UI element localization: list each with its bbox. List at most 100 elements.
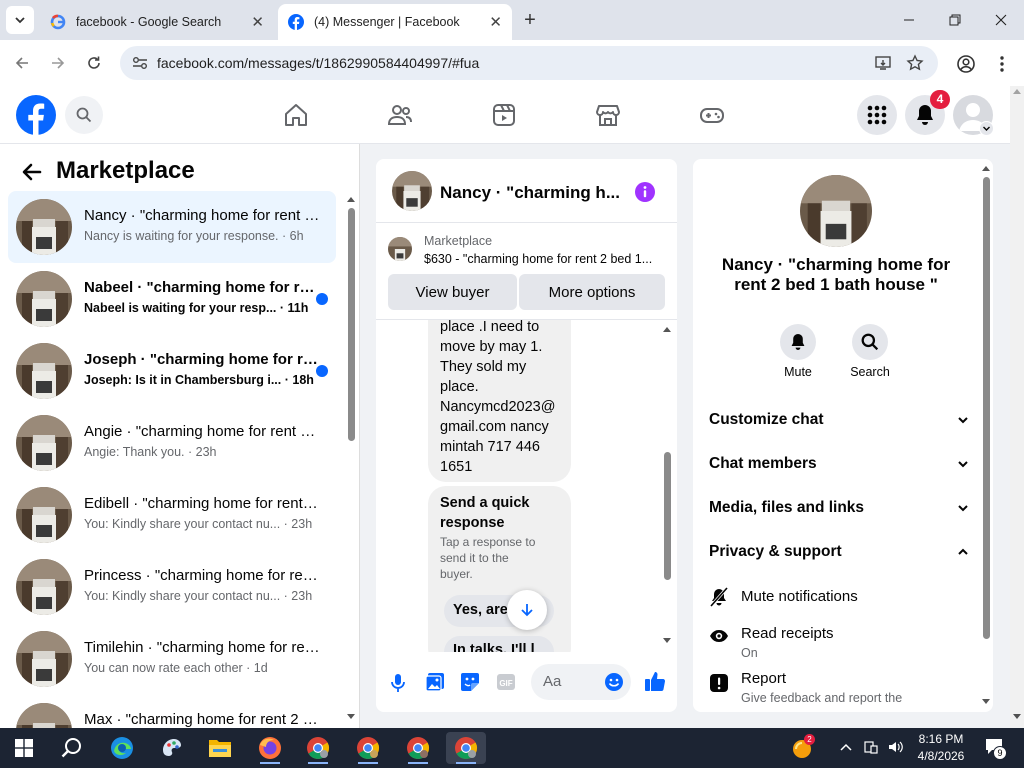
volume-icon[interactable] [888, 740, 904, 754]
scroll-to-bottom-button[interactable] [507, 590, 547, 630]
mute-notifications-item[interactable]: Mute notifications [709, 582, 969, 612]
browser-tab-messenger[interactable]: (4) Messenger | Facebook ✕ [278, 4, 512, 40]
chat-avatar[interactable] [392, 171, 432, 211]
chat-title[interactable]: Nancy · "charming h... [440, 183, 620, 203]
show-hidden-icons-icon[interactable] [840, 742, 852, 752]
restore-button[interactable] [932, 0, 978, 40]
chat-scrollbar[interactable] [660, 320, 674, 652]
notification-center-button[interactable]: 9 [984, 738, 1008, 760]
emoji-icon[interactable] [604, 672, 624, 692]
conversation-avatar [16, 271, 72, 327]
browser-tab-google[interactable]: facebook - Google Search ✕ [40, 4, 274, 40]
search-button[interactable] [65, 96, 103, 134]
view-buyer-button[interactable]: View buyer [388, 274, 517, 310]
listing-thumbnail[interactable] [388, 237, 412, 261]
section-chat-members[interactable]: Chat members [709, 442, 969, 486]
nav-gaming[interactable] [698, 101, 726, 129]
nav-marketplace[interactable] [594, 101, 622, 129]
conversation-row[interactable]: Edibell · "charming home for rent 2 bed … [8, 479, 336, 551]
report-item[interactable]: Report Give feedback and report the [709, 669, 969, 709]
site-info-icon[interactable] [132, 56, 148, 70]
taskbar-file-explorer[interactable] [202, 732, 238, 764]
taskbar-firefox[interactable] [252, 732, 288, 764]
forward-button[interactable] [44, 50, 72, 76]
tray-app-icon[interactable]: 2 [792, 734, 815, 759]
listing-title[interactable]: $630 - "charming home for rent 2 bed 1..… [424, 252, 652, 266]
report-label: Report [741, 670, 787, 687]
listing-photo-icon [16, 343, 72, 399]
minimize-button[interactable] [886, 0, 932, 40]
nav-friends[interactable] [386, 101, 414, 129]
conversation-row[interactable]: Angie · "charming home for rent 2 bed 1 … [8, 407, 336, 479]
scroll-thumb[interactable] [348, 208, 355, 441]
taskbar-chrome-2[interactable] [350, 732, 386, 764]
more-options-button[interactable]: More options [519, 274, 665, 310]
conversation-name: Angie · "charming home for rent 2 bed 1 … [84, 423, 320, 440]
listing-photo-icon [16, 631, 72, 687]
section-media-files-links[interactable]: Media, files and links [709, 486, 969, 530]
tab-title: (4) Messenger | Facebook [314, 15, 460, 29]
photo-icon[interactable] [425, 672, 445, 692]
section-privacy-support[interactable]: Privacy & support [709, 530, 969, 574]
taskbar-chrome-1[interactable] [300, 732, 336, 764]
search-conversation-button[interactable] [852, 324, 888, 360]
tab-search-button[interactable] [6, 6, 34, 34]
install-app-icon[interactable] [874, 54, 892, 72]
taskbar-search-button[interactable] [54, 732, 90, 764]
taskbar-app[interactable] [154, 732, 190, 764]
conversation-row[interactable]: Timilehin · "charming home for rent 2 be… [8, 623, 336, 695]
close-tab-icon[interactable]: ✕ [251, 13, 264, 31]
new-tab-button[interactable]: + [518, 8, 542, 32]
sidebar-scrollbar[interactable] [344, 194, 358, 724]
taskbar-chrome-4-active[interactable] [446, 732, 486, 764]
back-button[interactable] [8, 50, 36, 76]
close-window-button[interactable] [978, 0, 1024, 40]
scroll-thumb[interactable] [983, 177, 990, 639]
conversation-preview: You: Kindly share your contact nu... · 2… [84, 517, 313, 531]
address-bar[interactable]: facebook.com/messages/t/1862990584404997… [120, 46, 938, 80]
sticker-icon[interactable] [460, 672, 480, 692]
message-input[interactable]: Aa [531, 664, 631, 700]
nav-home[interactable] [282, 101, 310, 129]
nav-video[interactable] [490, 101, 518, 129]
profile-button[interactable] [956, 54, 976, 74]
page-scrollbar[interactable] [1010, 86, 1024, 728]
chat-info-button[interactable] [635, 182, 655, 202]
taskbar-edge[interactable] [104, 732, 140, 764]
tray-app-badge: 2 [804, 734, 815, 745]
bell-icon [917, 105, 933, 125]
conversation-name: Max · "charming home for rent 2 bed 1 ba… [84, 711, 320, 728]
quick-reply-option[interactable]: In talks. I'll l [444, 636, 554, 652]
conversation-row[interactable]: Nancy · "charming home for rent 2 bed 1 … [8, 191, 336, 263]
conversation-row[interactable]: Nabeel · "charming home for rent 2 bed 1… [8, 263, 336, 335]
section-customize-chat[interactable]: Customize chat [709, 398, 969, 442]
facebook-logo[interactable] [16, 95, 56, 135]
reload-button[interactable] [80, 50, 108, 76]
gif-icon[interactable]: GIF [496, 673, 516, 691]
conversation-row[interactable]: Max · "charming home for rent 2 bed 1 ba… [8, 695, 336, 732]
menu-button[interactable] [857, 95, 897, 135]
account-dropdown-icon[interactable] [979, 121, 994, 136]
network-icon[interactable] [864, 740, 878, 754]
text-line: 1651 [440, 459, 473, 475]
back-arrow-button[interactable] [20, 160, 44, 184]
conversation-avatar [16, 559, 72, 615]
search-icon [861, 333, 879, 351]
conversation-row[interactable]: Princess · "charming home for rent 2 bed… [8, 551, 336, 623]
mute-button[interactable] [780, 324, 816, 360]
active-indicator [260, 762, 280, 764]
browser-menu-button[interactable] [994, 54, 1010, 74]
taskbar-chrome-3[interactable] [400, 732, 436, 764]
microphone-icon[interactable] [390, 673, 406, 693]
read-receipts-item[interactable]: Read receipts On [709, 622, 969, 662]
bookmark-star-icon[interactable] [906, 54, 924, 72]
close-tab-icon[interactable]: ✕ [489, 13, 502, 31]
conversation-row[interactable]: Joseph · "charming home for rent 2 bed 1… [8, 335, 336, 407]
scroll-thumb[interactable] [664, 452, 671, 580]
start-button[interactable] [6, 732, 42, 764]
clock[interactable]: 8:16 PM 4/8/2026 [912, 731, 970, 765]
arrow-right-icon [52, 57, 65, 69]
details-scrollbar[interactable] [979, 159, 993, 712]
details-avatar[interactable] [800, 175, 872, 247]
like-icon[interactable] [644, 670, 666, 692]
